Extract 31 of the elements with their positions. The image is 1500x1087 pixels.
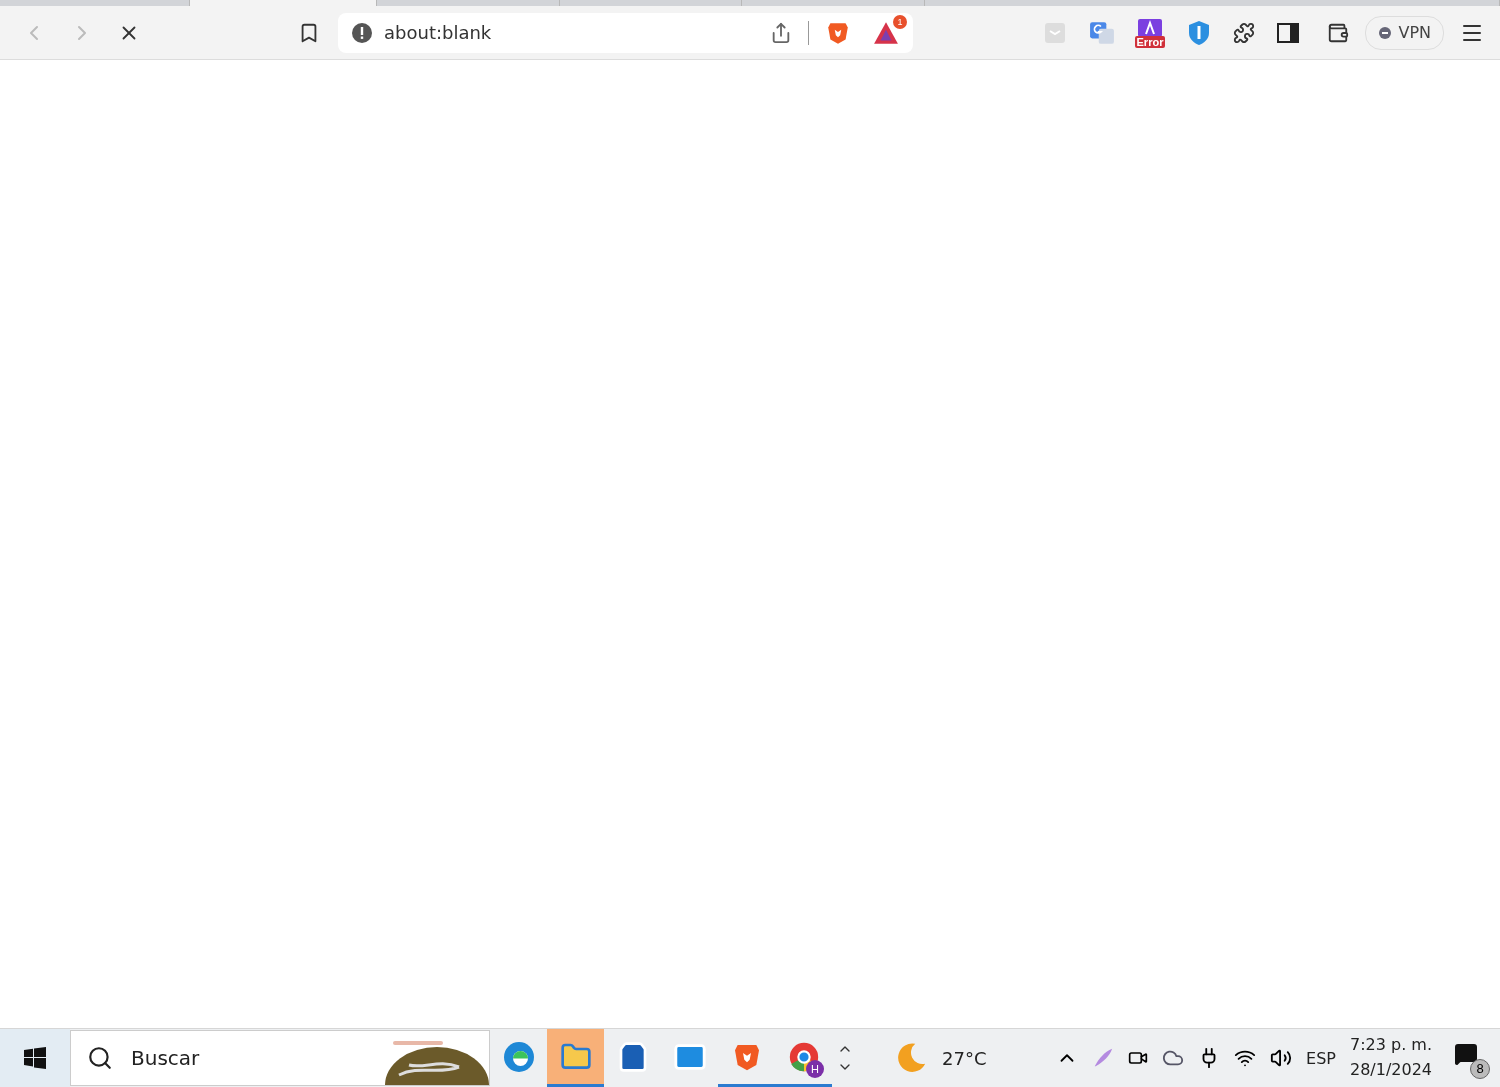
taskbar-search-box[interactable]: Buscar bbox=[70, 1030, 490, 1086]
speaker-icon bbox=[1270, 1047, 1293, 1069]
info-icon bbox=[352, 22, 372, 43]
clock-date: 28/1/2024 bbox=[1349, 1059, 1432, 1081]
puzzle-icon bbox=[1233, 21, 1256, 44]
language-indicator[interactable]: ESP bbox=[1306, 1048, 1336, 1068]
share-icon bbox=[770, 21, 792, 44]
search-icon bbox=[87, 1045, 113, 1071]
chat-icon bbox=[1042, 20, 1067, 45]
address-bar[interactable]: about:blank 1 bbox=[338, 12, 913, 53]
taskbar-app-button[interactable]: H bbox=[775, 1029, 832, 1087]
vpn-button[interactable]: VPN bbox=[1365, 15, 1444, 50]
windows-logo-icon bbox=[23, 1046, 47, 1070]
sidebar-icon bbox=[1277, 22, 1300, 43]
speech-bubble-icon bbox=[1454, 1041, 1478, 1066]
status-dot-icon bbox=[1378, 25, 1393, 40]
wallet-icon bbox=[1327, 21, 1350, 44]
shield-icon bbox=[1187, 19, 1212, 46]
taskbar-app-button[interactable] bbox=[547, 1029, 604, 1087]
profile-badge: H bbox=[806, 1060, 824, 1078]
feather-icon bbox=[1092, 1047, 1115, 1069]
notification-badge: 1 bbox=[893, 14, 907, 29]
clock-time: 7:23 p. m. bbox=[1349, 1034, 1432, 1057]
notifications-button[interactable]: 8 bbox=[1450, 1037, 1490, 1079]
address-text: about:blank bbox=[384, 22, 493, 43]
start-button[interactable] bbox=[0, 1029, 70, 1087]
search-input[interactable]: Buscar bbox=[129, 1045, 333, 1071]
triangle-icon bbox=[873, 20, 899, 45]
weather-temperature: 27°C bbox=[942, 1047, 987, 1069]
extension-button[interactable]: Error bbox=[1132, 15, 1168, 50]
notification-count: 8 bbox=[1470, 1058, 1490, 1079]
